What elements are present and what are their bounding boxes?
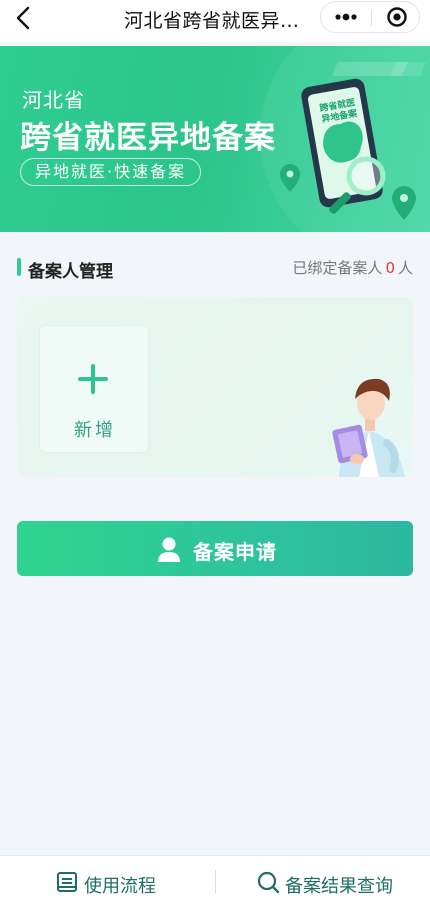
more-button[interactable]	[321, 2, 371, 32]
apply-filing-button[interactable]: 备案申请	[17, 521, 413, 576]
top-nav-bar: 河北省跨省就医异…	[0, 0, 430, 42]
add-person-label: 新增	[74, 420, 116, 441]
hero-banner: 河北省 跨省就医异地备案 异地就医·快速备案 跨省就医 异地备案	[0, 46, 430, 232]
banner-subtitle: 河北省	[22, 88, 85, 112]
person-icon	[158, 537, 180, 562]
bound-count: 0	[385, 259, 395, 277]
doctor-illustration	[332, 378, 405, 477]
bound-suffix: 人	[397, 259, 413, 277]
back-button[interactable]	[14, 6, 34, 30]
process-list-icon	[57, 872, 77, 892]
chevron-left-icon	[16, 6, 30, 30]
bottom-toolbar: 使用流程 备案结果查询	[0, 855, 430, 911]
page-title: 河北省跨省就医异…	[124, 10, 300, 32]
filing-result-query-label: 备案结果查询	[285, 876, 393, 897]
apply-filing-label: 备案申请	[193, 540, 277, 564]
plus-icon	[78, 364, 108, 394]
target-circle-icon	[387, 7, 407, 27]
bound-count-text: 已绑定备案人 0 人	[292, 257, 413, 278]
bottom-divider	[215, 870, 216, 894]
close-mini-program-button[interactable]	[372, 2, 421, 32]
section-title: 备案人管理	[28, 262, 113, 282]
phone-map-illustration: 跨省就医 异地备案	[280, 62, 426, 220]
mini-program-capsule	[320, 1, 420, 33]
more-dots-icon	[335, 13, 357, 21]
bound-prefix: 已绑定备案人	[292, 259, 383, 277]
filing-result-query-button[interactable]: 备案结果查询	[257, 856, 397, 908]
add-person-button[interactable]: 新增	[39, 325, 149, 453]
section-accent-bar	[17, 258, 21, 276]
banner-tagline: 异地就医·快速备案	[20, 158, 202, 186]
filing-person-card: 新增	[17, 297, 413, 477]
search-icon	[257, 871, 279, 893]
usage-process-label: 使用流程	[84, 876, 156, 897]
usage-process-button[interactable]: 使用流程	[56, 856, 166, 908]
banner-title: 跨省就医异地备案	[20, 120, 276, 156]
